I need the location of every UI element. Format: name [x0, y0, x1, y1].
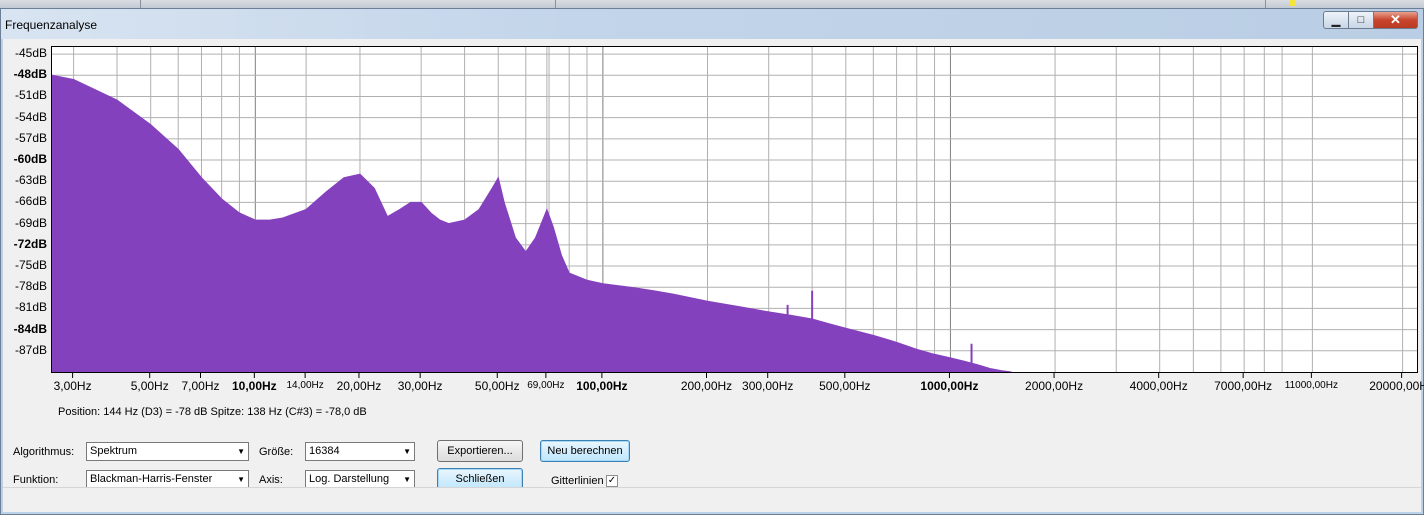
background-window-strip: [0, 0, 1424, 8]
maximize-button[interactable]: □: [1349, 11, 1374, 29]
x-tick-label: 50,00Hz: [474, 379, 520, 393]
y-tick-label: -87dB: [14, 342, 47, 357]
x-tick-label: 1000,00Hz: [920, 379, 979, 393]
x-tick-label: 30,00Hz: [397, 379, 443, 393]
y-tick-label: -78dB: [14, 279, 47, 294]
recalculate-button[interactable]: Neu berechnen: [540, 440, 630, 462]
y-tick-label: -75dB: [14, 258, 47, 273]
x-tick-label: 14,00Hz: [286, 380, 324, 391]
x-tick-label: 100,00Hz: [576, 379, 628, 393]
spectrum-plot[interactable]: [51, 46, 1418, 373]
x-tick-label: 4000,00Hz: [1129, 379, 1188, 393]
bg-ruler-mark: [555, 0, 556, 8]
export-button-label: Exportieren...: [447, 445, 513, 457]
y-tick-label: -57dB: [14, 130, 47, 145]
x-tick-label: 200,00Hz: [680, 379, 733, 393]
x-tick-label: 5,00Hz: [130, 379, 169, 393]
bg-ruler-mark: [140, 0, 141, 8]
x-tick-label: 500,00Hz: [819, 379, 871, 393]
x-tick-label: 69,00Hz: [527, 380, 565, 391]
chevron-down-icon: ▼: [237, 447, 245, 456]
bg-ruler-mark: [1265, 0, 1266, 8]
frequency-analysis-window: Frequenzanalyse ▁ □ ✕ -45dB -48dB -51dB -54…: [0, 8, 1424, 515]
chevron-down-icon: ▼: [403, 447, 411, 456]
x-tick-label: 20,00Hz: [336, 379, 382, 393]
minimize-button[interactable]: ▁: [1323, 11, 1349, 29]
y-tick-label: -60dB: [13, 152, 47, 167]
y-tick-label: -66dB: [14, 194, 47, 209]
x-tick-label: 10,00Hz: [231, 379, 277, 393]
function-label: Funktion:: [13, 474, 59, 486]
algorithm-select-value: Spektrum: [90, 445, 138, 457]
axis-select-value: Log. Darstellung: [309, 473, 390, 485]
y-tick-label: -51dB: [14, 88, 47, 103]
chevron-down-icon: ▼: [403, 475, 411, 484]
x-tick-label: 3,00Hz: [53, 379, 92, 393]
size-select[interactable]: 16384 ▼: [305, 442, 415, 461]
window-title: Frequenzanalyse: [5, 18, 98, 32]
grid-lines-checkbox[interactable]: ✓: [606, 475, 618, 487]
spectrum-svg: [52, 47, 1417, 372]
y-tick-label: -54dB: [14, 109, 47, 124]
window-function-select-value: Blackman-Harris-Fenster: [90, 473, 213, 485]
recalculate-button-label: Neu berechnen: [547, 445, 623, 457]
x-tick-label: 7,00Hz: [181, 379, 220, 393]
close-button-label: Schließen: [455, 473, 505, 485]
algorithm-select[interactable]: Spektrum ▼: [86, 442, 249, 461]
axis-label: Axis:: [259, 474, 283, 486]
x-tick-label: 20000,00Hz: [1369, 379, 1424, 393]
bg-yellow-marker: [1290, 0, 1296, 6]
y-tick-label: -69dB: [14, 215, 47, 230]
title-bar[interactable]: Frequenzanalyse ▁ □ ✕: [1, 9, 1423, 39]
window-client-area: -45dB -48dB -51dB -54dB -57dB -60dB -63dB -66dB…: [3, 39, 1424, 512]
x-tick-label: 11000,00Hz: [1284, 380, 1338, 391]
y-tick-label: -48dB: [13, 67, 47, 82]
export-button[interactable]: Exportieren...: [437, 440, 523, 462]
bottom-status-strip: [3, 487, 1421, 512]
close-window-button[interactable]: ✕: [1374, 11, 1418, 29]
x-tick-label: 2000,00Hz: [1025, 379, 1084, 393]
maximize-icon: □: [1357, 14, 1365, 26]
x-tick-label: 300,00Hz: [742, 379, 794, 393]
size-select-value: 16384: [309, 445, 340, 457]
grid-lines-label: Gitterlinien: [551, 475, 604, 487]
y-tick-label: -84dB: [13, 321, 47, 336]
algorithm-label: Algorithmus:: [13, 446, 75, 458]
size-label: Größe:: [259, 446, 294, 458]
spectrum-plot-area: -45dB -48dB -51dB -54dB -57dB -60dB -63dB -66dB…: [3, 39, 1424, 411]
y-tick-label: -72dB: [13, 236, 47, 251]
y-tick-label: -45dB: [14, 46, 47, 61]
y-tick-label: -63dB: [14, 173, 47, 188]
chevron-down-icon: ▼: [237, 475, 245, 484]
cursor-status-text: Position: 144 Hz (D3) = -78 dB Spitze: 1…: [58, 406, 367, 418]
x-tick-label: 7000,00Hz: [1214, 379, 1273, 393]
y-tick-label: -81dB: [14, 300, 47, 315]
close-icon: ✕: [1390, 12, 1401, 27]
window-buttons: ▁ □ ✕: [1323, 11, 1418, 29]
minimize-icon: ▁: [1331, 14, 1341, 27]
